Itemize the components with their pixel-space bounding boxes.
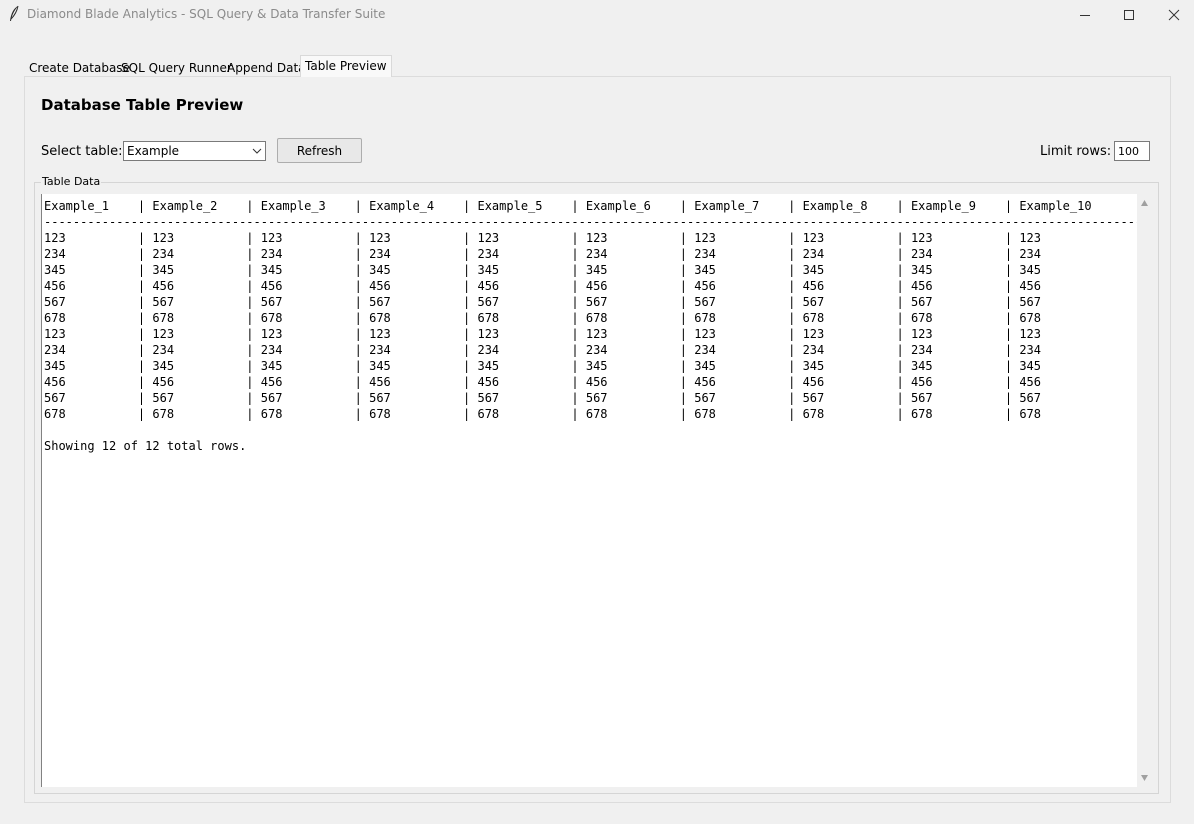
chevron-down-icon — [252, 148, 262, 154]
table-header-row: Example_1 | Example_2 | Example_3 | Exam… — [44, 199, 1092, 213]
limit-rows-label: Limit rows: — [1040, 144, 1112, 159]
table-separator: ----------------------------------------… — [44, 215, 1137, 229]
close-button[interactable] — [1151, 0, 1194, 29]
page-title: Database Table Preview — [41, 96, 244, 114]
table-row: 678 | 678 | 678 | 678 | 678 | 678 | 678 … — [44, 407, 1041, 421]
table-select-value: Example — [127, 144, 180, 158]
table-row: 456 | 456 | 456 | 456 | 456 | 456 | 456 … — [44, 375, 1041, 389]
table-select[interactable]: Example — [123, 141, 266, 161]
window-title: Diamond Blade Analytics - SQL Query & Da… — [27, 7, 386, 21]
table-row: 123 | 123 | 123 | 123 | 123 | 123 | 123 … — [44, 231, 1041, 245]
tab-table-preview[interactable]: Table Preview — [300, 55, 392, 77]
table-row: 456 | 456 | 456 | 456 | 456 | 456 | 456 … — [44, 279, 1041, 293]
row-count-status: Showing 12 of 12 total rows. — [44, 439, 247, 453]
maximize-icon — [1124, 9, 1134, 20]
tab-append-data[interactable]: Append Data — [224, 59, 309, 77]
table-row: 345 | 345 | 345 | 345 | 345 | 345 | 345 … — [44, 359, 1041, 373]
tab-create-database[interactable]: Create Database — [26, 59, 133, 77]
table-row: 123 | 123 | 123 | 123 | 123 | 123 | 123 … — [44, 327, 1041, 341]
table-row: 678 | 678 | 678 | 678 | 678 | 678 | 678 … — [44, 311, 1041, 325]
minimize-button[interactable] — [1062, 0, 1108, 29]
table-row: 345 | 345 | 345 | 345 | 345 | 345 | 345 … — [44, 263, 1041, 277]
limit-rows-input[interactable] — [1114, 141, 1150, 161]
table-data-text[interactable]: Example_1 | Example_2 | Example_3 | Exam… — [41, 194, 1137, 787]
tab-sql-query-runner[interactable]: SQL Query Runner — [118, 59, 235, 77]
table-row: 567 | 567 | 567 | 567 | 567 | 567 | 567 … — [44, 391, 1041, 405]
vertical-scrollbar[interactable] — [1137, 194, 1153, 787]
table-data-label: Table Data — [41, 175, 102, 188]
feather-icon — [10, 5, 19, 21]
table-row: 234 | 234 | 234 | 234 | 234 | 234 | 234 … — [44, 247, 1041, 261]
scroll-up-arrow-icon[interactable] — [1140, 199, 1149, 207]
table-row: 567 | 567 | 567 | 567 | 567 | 567 | 567 … — [44, 295, 1041, 309]
close-icon — [1168, 9, 1180, 20]
table-row: 234 | 234 | 234 | 234 | 234 | 234 | 234 … — [44, 343, 1041, 357]
refresh-button[interactable]: Refresh — [277, 138, 362, 163]
scroll-down-arrow-icon[interactable] — [1140, 774, 1149, 782]
select-table-label: Select table: — [41, 144, 123, 159]
title-bar: Diamond Blade Analytics - SQL Query & Da… — [0, 0, 1194, 29]
maximize-button[interactable] — [1106, 0, 1152, 29]
minimize-icon — [1080, 14, 1090, 16]
